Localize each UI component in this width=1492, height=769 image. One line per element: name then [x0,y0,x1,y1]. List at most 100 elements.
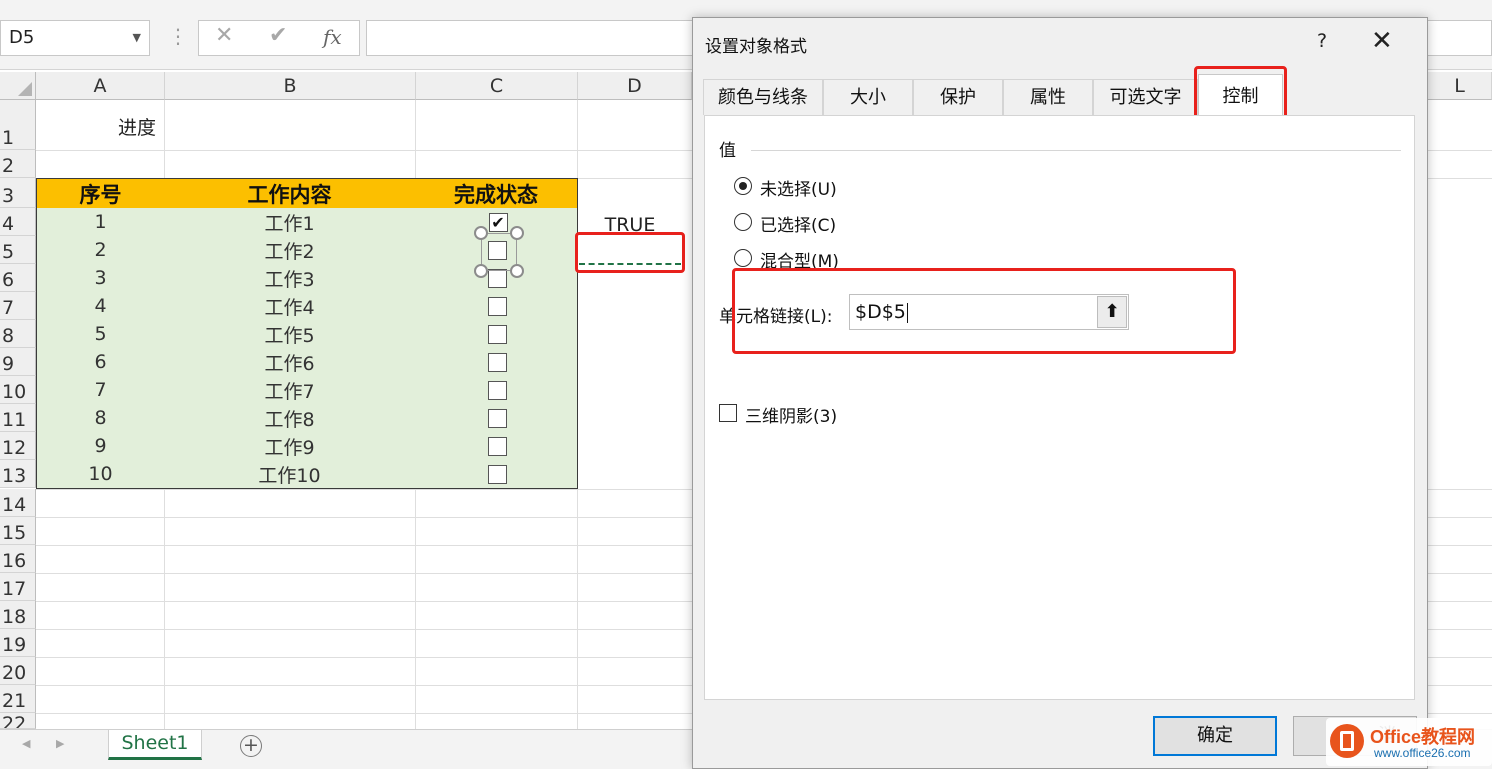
add-sheet-icon[interactable]: + [240,735,262,757]
help-icon[interactable]: ? [1317,30,1327,52]
row-header-1[interactable]: 1 [0,100,36,150]
tab-alt-text[interactable]: 可选文字 [1093,79,1198,115]
row-header-3[interactable]: 3 [0,178,36,208]
chevron-down-icon[interactable]: ▼ [133,21,141,55]
cell-status[interactable] [415,460,578,489]
cancel-icon[interactable]: ✕ [215,23,233,48]
row-header-11[interactable]: 11 [0,404,36,432]
cell-task[interactable]: 工作10 [164,460,416,489]
formula-buttons: ✕ ✔ fx [198,20,360,56]
cell-no[interactable]: 1 [36,208,165,237]
radio-selected-icon[interactable] [734,177,752,195]
resize-handle-icon[interactable] [510,226,524,240]
column-header-b[interactable]: B [165,72,416,100]
cell-status[interactable] [415,404,578,433]
cell-no[interactable]: 10 [36,460,165,489]
row-header-12[interactable]: 12 [0,432,36,460]
shading-checkbox-row[interactable]: 三维阴影(3) [719,402,919,427]
row-header-5[interactable]: 5 [0,236,36,264]
cell-task[interactable]: 工作2 [164,236,416,265]
column-header-c[interactable]: C [416,72,578,100]
cell-status[interactable] [415,348,578,377]
row-header-19[interactable]: 19 [0,629,36,657]
row-header-18[interactable]: 18 [0,601,36,629]
tab-protection[interactable]: 保护 [913,79,1003,115]
row-header-8[interactable]: 8 [0,320,36,348]
row-header-20[interactable]: 20 [0,657,36,685]
row-header-6[interactable]: 6 [0,264,36,292]
cell-status[interactable] [415,432,578,461]
status-checkbox[interactable] [487,408,507,428]
header-cell-task[interactable]: 工作内容 [164,178,416,209]
tab-size[interactable]: 大小 [823,79,913,115]
row-header-9[interactable]: 9 [0,348,36,376]
row-header-4[interactable]: 4 [0,208,36,236]
radio-icon[interactable] [734,249,752,267]
row-header-21[interactable]: 21 [0,685,36,713]
insert-function-icon[interactable]: fx [323,25,342,49]
close-icon[interactable]: ✕ [1371,26,1393,56]
column-header-d[interactable]: D [578,72,692,100]
radio-icon[interactable] [734,213,752,231]
cell-task[interactable]: 工作3 [164,264,416,293]
row-header-14[interactable]: 14 [0,489,36,517]
enter-icon[interactable]: ✔ [269,23,287,48]
row-header-7[interactable]: 7 [0,292,36,320]
status-checkbox[interactable]: ✔ [488,212,508,232]
row-header-13[interactable]: 13 [0,460,36,488]
tab-properties[interactable]: 属性 [1003,79,1093,115]
cell-status[interactable] [415,376,578,405]
cell-no[interactable]: 3 [36,264,165,293]
scroll-right-icon[interactable]: ▶ [56,737,64,750]
cell-no[interactable]: 5 [36,320,165,349]
tab-colors-lines[interactable]: 颜色与线条 [703,79,823,115]
name-box[interactable]: D5 ▼ [0,20,150,56]
cell-task[interactable]: 工作5 [164,320,416,349]
cell-task[interactable]: 工作7 [164,376,416,405]
cell-status[interactable] [415,292,578,321]
cell-task[interactable]: 工作8 [164,404,416,433]
cell-task[interactable]: 工作6 [164,348,416,377]
cell-no[interactable]: 9 [36,432,165,461]
radio-checked-option[interactable]: 已选择(C) [734,210,934,236]
status-checkbox[interactable] [487,464,507,484]
cell-no[interactable]: 8 [36,404,165,433]
more-options-icon[interactable]: ⋮ [168,26,188,46]
row-header-16[interactable]: 16 [0,545,36,573]
header-cell-no[interactable]: 序号 [36,178,165,209]
row-header-15[interactable]: 15 [0,517,36,545]
status-checkbox[interactable] [487,436,507,456]
cell-no[interactable]: 2 [36,236,165,265]
cell-a1[interactable]: 进度 [36,110,236,142]
status-checkbox[interactable] [487,296,507,316]
cell-task[interactable]: 工作4 [164,292,416,321]
sheet-tab-sheet1[interactable]: Sheet1 [108,730,202,760]
cell-task[interactable]: 工作9 [164,432,416,461]
status-checkbox[interactable] [487,324,507,344]
status-checkbox[interactable] [487,352,507,372]
resize-handle-icon[interactable] [510,264,524,278]
select-all-corner[interactable] [0,72,36,100]
cell-status[interactable] [415,320,578,349]
ok-button[interactable]: 确定 [1153,716,1277,756]
resize-handle-icon[interactable] [474,226,488,240]
status-checkbox[interactable] [487,380,507,400]
cell-task[interactable]: 工作1 [164,208,416,237]
row-header-2[interactable]: 2 [0,150,36,178]
column-header-l[interactable]: L [1428,72,1492,100]
cell-no[interactable]: 4 [36,292,165,321]
office-logo-icon [1330,724,1364,758]
status-checkbox[interactable] [487,268,507,288]
radio-unchecked-option[interactable]: 未选择(U) [734,174,934,200]
column-header-a[interactable]: A [36,72,165,100]
checkbox-icon[interactable] [719,404,737,422]
cell-no[interactable]: 6 [36,348,165,377]
row-header-22[interactable]: 22 [0,713,36,729]
resize-handle-icon[interactable] [474,264,488,278]
row-header-17[interactable]: 17 [0,573,36,601]
header-cell-status[interactable]: 完成状态 [415,178,578,209]
row-header-10[interactable]: 10 [0,376,36,404]
scroll-left-icon[interactable]: ◀ [22,737,30,750]
cell-no[interactable]: 7 [36,376,165,405]
radio-mixed-option[interactable]: 混合型(M) [734,246,934,272]
